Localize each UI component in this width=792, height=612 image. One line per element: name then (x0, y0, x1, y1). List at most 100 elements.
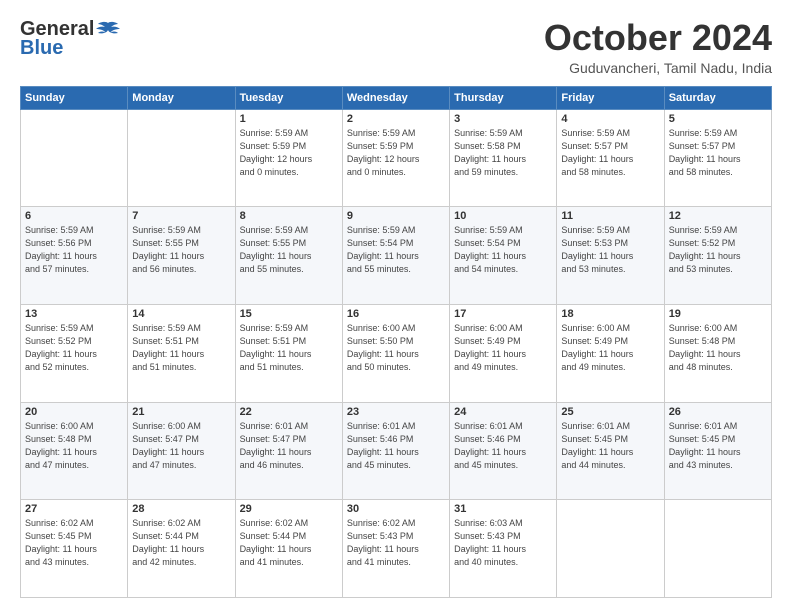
day-info: Sunrise: 6:01 AM Sunset: 5:47 PM Dayligh… (240, 420, 338, 472)
calendar-cell: 14Sunrise: 5:59 AM Sunset: 5:51 PM Dayli… (128, 304, 235, 402)
day-number: 28 (132, 503, 230, 515)
day-number: 20 (25, 406, 123, 418)
calendar-cell: 31 Sunrise: 6:03 AM Sunset: 5:43 PM Dayli… (450, 500, 557, 598)
day-info: Sunrise: 6:03 AM Sunset: 5:43 PM Dayligh… (454, 517, 552, 569)
weekday-header-friday: Friday (557, 86, 664, 109)
day-info: Sunrise: 6:02 AM Sunset: 5:45 PM Dayligh… (25, 517, 123, 569)
calendar-cell: 1Sunrise: 5:59 AM Sunset: 5:59 PM Daylig… (235, 109, 342, 207)
day-info: Sunrise: 5:59 AM Sunset: 5:55 PM Dayligh… (132, 224, 230, 276)
day-number: 6 (25, 210, 123, 222)
calendar-cell: 26 Sunrise: 6:01 AM Sunset: 5:45 PM Dayli… (664, 402, 771, 500)
calendar-cell: 20 Sunrise: 6:00 AM Sunset: 5:48 PM Dayli… (21, 402, 128, 500)
day-info: Sunrise: 6:00 AM Sunset: 5:50 PM Dayligh… (347, 322, 445, 374)
day-number: 18 (561, 308, 659, 320)
day-number: 11 (561, 210, 659, 222)
calendar-week-row: 27 Sunrise: 6:02 AM Sunset: 5:45 PM Dayli… (21, 500, 772, 598)
day-info: Sunrise: 6:01 AM Sunset: 5:45 PM Dayligh… (669, 420, 767, 472)
calendar-cell: 18 Sunrise: 6:00 AM Sunset: 5:49 PM Dayli… (557, 304, 664, 402)
day-info: Sunrise: 6:00 AM Sunset: 5:49 PM Dayligh… (454, 322, 552, 374)
day-number: 2 (347, 113, 445, 125)
calendar-cell: 8Sunrise: 5:59 AM Sunset: 5:55 PM Daylig… (235, 207, 342, 305)
logo-blue: Blue (20, 37, 63, 60)
calendar-week-row: 20 Sunrise: 6:00 AM Sunset: 5:48 PM Dayli… (21, 402, 772, 500)
day-number: 24 (454, 406, 552, 418)
calendar-cell: 5Sunrise: 5:59 AM Sunset: 5:57 PM Daylig… (664, 109, 771, 207)
calendar-cell: 12 Sunrise: 5:59 AM Sunset: 5:52 PM Dayli… (664, 207, 771, 305)
calendar-cell: 21 Sunrise: 6:00 AM Sunset: 5:47 PM Dayli… (128, 402, 235, 500)
calendar-cell: 17Sunrise: 6:00 AM Sunset: 5:49 PM Dayli… (450, 304, 557, 402)
day-number: 4 (561, 113, 659, 125)
calendar-cell (664, 500, 771, 598)
calendar-cell: 3 Sunrise: 5:59 AM Sunset: 5:58 PM Daylig… (450, 109, 557, 207)
calendar-cell: 24Sunrise: 6:01 AM Sunset: 5:46 PM Dayli… (450, 402, 557, 500)
day-info: Sunrise: 5:59 AM Sunset: 5:53 PM Dayligh… (561, 224, 659, 276)
calendar-cell (128, 109, 235, 207)
weekday-header-sunday: Sunday (21, 86, 128, 109)
calendar-cell: 23 Sunrise: 6:01 AM Sunset: 5:46 PM Dayli… (342, 402, 449, 500)
day-number: 16 (347, 308, 445, 320)
day-number: 22 (240, 406, 338, 418)
day-number: 26 (669, 406, 767, 418)
day-number: 9 (347, 210, 445, 222)
day-info: Sunrise: 5:59 AM Sunset: 5:58 PM Dayligh… (454, 127, 552, 179)
day-info: Sunrise: 6:00 AM Sunset: 5:48 PM Dayligh… (25, 420, 123, 472)
calendar-cell: 22 Sunrise: 6:01 AM Sunset: 5:47 PM Dayli… (235, 402, 342, 500)
calendar-cell: 6Sunrise: 5:59 AM Sunset: 5:56 PM Daylig… (21, 207, 128, 305)
header: General Blue October 2024 Guduvancheri, … (20, 18, 772, 76)
calendar-cell: 19 Sunrise: 6:00 AM Sunset: 5:48 PM Dayli… (664, 304, 771, 402)
weekday-header-monday: Monday (128, 86, 235, 109)
weekday-header-saturday: Saturday (664, 86, 771, 109)
day-info: Sunrise: 5:59 AM Sunset: 5:54 PM Dayligh… (454, 224, 552, 276)
calendar-cell: 2 Sunrise: 5:59 AM Sunset: 5:59 PM Daylig… (342, 109, 449, 207)
day-number: 13 (25, 308, 123, 320)
day-number: 1 (240, 113, 338, 125)
calendar-cell: 28 Sunrise: 6:02 AM Sunset: 5:44 PM Dayli… (128, 500, 235, 598)
day-number: 23 (347, 406, 445, 418)
day-number: 21 (132, 406, 230, 418)
day-info: Sunrise: 5:59 AM Sunset: 5:52 PM Dayligh… (25, 322, 123, 374)
calendar-cell: 4 Sunrise: 5:59 AM Sunset: 5:57 PM Daylig… (557, 109, 664, 207)
calendar-cell: 16 Sunrise: 6:00 AM Sunset: 5:50 PM Dayli… (342, 304, 449, 402)
day-info: Sunrise: 5:59 AM Sunset: 5:57 PM Dayligh… (561, 127, 659, 179)
calendar-week-row: 1 Sunrise: 5:59 AM Sunset: 5:59 PM Daylig… (21, 109, 772, 207)
day-info: Sunrise: 6:01 AM Sunset: 5:45 PM Dayligh… (561, 420, 659, 472)
weekday-header-thursday: Thursday (450, 86, 557, 109)
calendar-header-row: SundayMondayTuesdayWednesdayThursdayFrid… (21, 86, 772, 109)
month-title: October 2024 (544, 18, 772, 58)
day-number: 12 (669, 210, 767, 222)
calendar-cell: 9Sunrise: 5:59 AM Sunset: 5:54 PM Daylig… (342, 207, 449, 305)
day-number: 31 (454, 503, 552, 515)
day-info: Sunrise: 5:59 AM Sunset: 5:55 PM Dayligh… (240, 224, 338, 276)
day-info: Sunrise: 5:59 AM Sunset: 5:59 PM Dayligh… (347, 127, 445, 179)
day-number: 5 (669, 113, 767, 125)
calendar-cell: 11 Sunrise: 5:59 AM Sunset: 5:53 PM Dayli… (557, 207, 664, 305)
day-number: 10 (454, 210, 552, 222)
weekday-header-tuesday: Tuesday (235, 86, 342, 109)
calendar-cell: 27 Sunrise: 6:02 AM Sunset: 5:45 PM Dayli… (21, 500, 128, 598)
logo-bird-icon (96, 21, 120, 39)
calendar-cell: 13 Sunrise: 5:59 AM Sunset: 5:52 PM Dayli… (21, 304, 128, 402)
day-number: 25 (561, 406, 659, 418)
calendar-table: SundayMondayTuesdayWednesdayThursdayFrid… (20, 86, 772, 598)
weekday-header-wednesday: Wednesday (342, 86, 449, 109)
calendar-cell: 29Sunrise: 6:02 AM Sunset: 5:44 PM Dayli… (235, 500, 342, 598)
day-info: Sunrise: 5:59 AM Sunset: 5:51 PM Dayligh… (132, 322, 230, 374)
day-info: Sunrise: 6:00 AM Sunset: 5:49 PM Dayligh… (561, 322, 659, 374)
day-info: Sunrise: 5:59 AM Sunset: 5:52 PM Dayligh… (669, 224, 767, 276)
day-info: Sunrise: 6:01 AM Sunset: 5:46 PM Dayligh… (347, 420, 445, 472)
day-info: Sunrise: 6:00 AM Sunset: 5:47 PM Dayligh… (132, 420, 230, 472)
logo: General Blue (20, 18, 120, 60)
day-number: 3 (454, 113, 552, 125)
location-subtitle: Guduvancheri, Tamil Nadu, India (544, 60, 772, 76)
day-info: Sunrise: 5:59 AM Sunset: 5:51 PM Dayligh… (240, 322, 338, 374)
day-info: Sunrise: 6:02 AM Sunset: 5:44 PM Dayligh… (132, 517, 230, 569)
day-info: Sunrise: 6:02 AM Sunset: 5:43 PM Dayligh… (347, 517, 445, 569)
calendar-cell: 25 Sunrise: 6:01 AM Sunset: 5:45 PM Dayli… (557, 402, 664, 500)
day-number: 30 (347, 503, 445, 515)
day-info: Sunrise: 6:00 AM Sunset: 5:48 PM Dayligh… (669, 322, 767, 374)
day-number: 19 (669, 308, 767, 320)
day-number: 15 (240, 308, 338, 320)
day-number: 27 (25, 503, 123, 515)
calendar-cell: 10 Sunrise: 5:59 AM Sunset: 5:54 PM Dayli… (450, 207, 557, 305)
calendar-week-row: 13 Sunrise: 5:59 AM Sunset: 5:52 PM Dayli… (21, 304, 772, 402)
